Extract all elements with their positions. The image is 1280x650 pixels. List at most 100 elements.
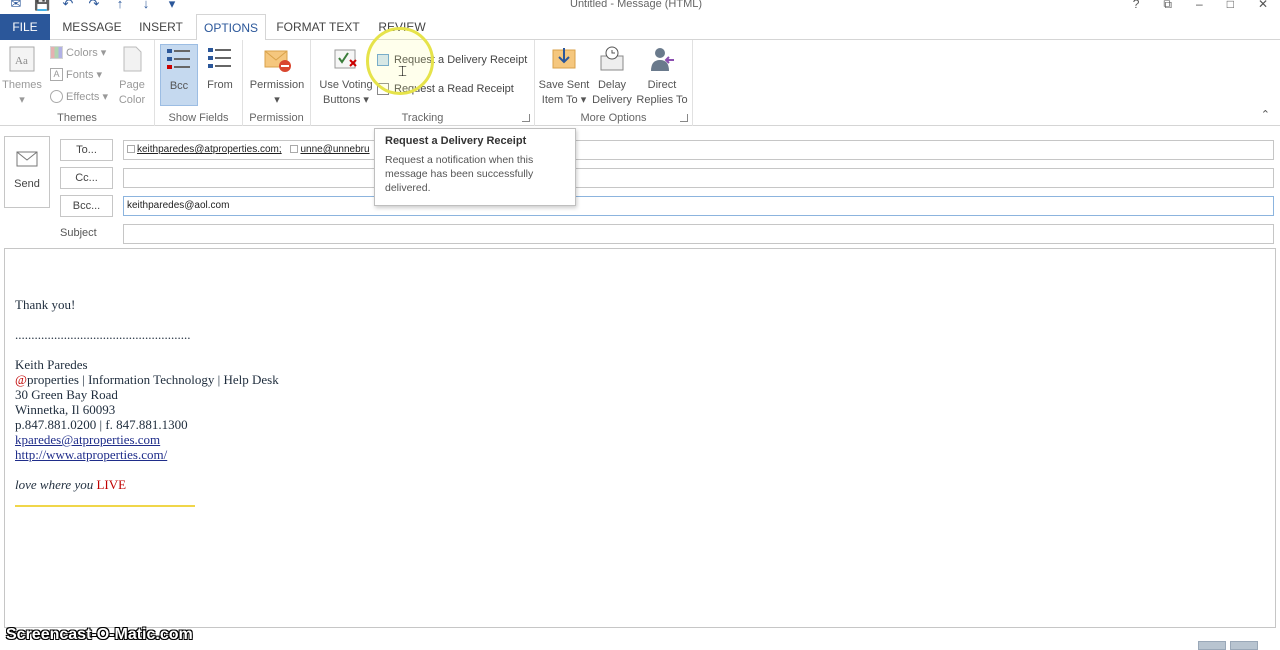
motto-live: LIVE (96, 477, 127, 492)
recipient-checkbox-icon (290, 145, 299, 153)
screencast-watermark: Screencast-O-Matic.com (6, 626, 193, 643)
colors-button[interactable]: Colors ▾ (50, 46, 106, 59)
themes-label: Themes (2, 79, 42, 91)
save-icon[interactable]: 💾 (34, 0, 50, 12)
send-label: Send (14, 178, 40, 190)
bcc-toggle-button[interactable]: Bcc (160, 44, 198, 106)
bcc-label: Bcc (169, 80, 189, 92)
tab-file[interactable]: FILE (0, 14, 50, 40)
signature-block: Thank you! .............................… (15, 297, 279, 492)
delay-delivery-label: Delay Delivery (592, 79, 632, 106)
fonts-label: Fonts (66, 68, 94, 81)
title-bar: ✉ 💾 ↶ ↷ ↑ ↓ ▾ Untitled - Message (HTML) … (0, 0, 1280, 14)
direct-replies-button[interactable]: Direct Replies To (635, 44, 689, 108)
cursor-highlight (366, 27, 434, 95)
delivery-receipt-tooltip: Request a Delivery Receipt Request a not… (374, 128, 576, 206)
svg-text:Aa: Aa (15, 55, 28, 67)
cc-field[interactable] (123, 168, 1274, 188)
delay-delivery-button[interactable]: Delay Delivery (591, 44, 633, 108)
themes-button[interactable]: Aa Themes ▾ (2, 44, 42, 108)
undo-icon[interactable]: ↶ (60, 0, 76, 12)
recipient-text: keithparedes@atproperties.com; (137, 144, 282, 155)
save-sent-label: Save Sent Item To (538, 79, 590, 106)
direct-replies-icon (651, 48, 674, 71)
company-text: properties | Information Technology | He… (26, 372, 279, 387)
tooltip-title: Request a Delivery Receipt (385, 135, 527, 147)
signature-address-line-1: 30 Green Bay Road (15, 387, 118, 402)
fonts-icon: A (50, 68, 63, 81)
send-button[interactable]: Send (4, 136, 50, 208)
show-fields-group-label: Show Fields (168, 112, 229, 124)
page-color-icon (123, 46, 142, 72)
themes-group-label: Themes (57, 112, 97, 124)
themes-icon: Aa (9, 46, 35, 72)
permission-label: Permission (249, 79, 305, 91)
subject-field[interactable] (123, 224, 1274, 244)
fonts-button[interactable]: A Fonts ▾ (50, 68, 102, 81)
page-color-label: Page Color (118, 79, 146, 106)
to-button[interactable]: To... (60, 139, 113, 161)
collapse-ribbon-icon[interactable]: ⌃ (1261, 108, 1270, 121)
tracking-dialog-launcher-icon[interactable] (522, 114, 530, 122)
themes-group: Aa Themes ▾ Colors ▾ A Fonts ▾ Effects ▾ Pa… (0, 40, 155, 126)
tooltip-body: Request a notification when this message… (385, 154, 534, 194)
tab-format-text[interactable]: FORMAT TEXT (274, 14, 362, 40)
recipient-checkbox-icon (127, 145, 135, 153)
save-sent-item-button[interactable]: Save Sent Item To ▾ (538, 44, 590, 108)
permission-button[interactable]: Permission ▾ (247, 44, 307, 108)
outlook-icon[interactable]: ✉ (8, 0, 24, 12)
delay-delivery-icon (600, 46, 624, 71)
dropdown-arrow-icon: ▾ (274, 94, 280, 106)
people-pane-icon[interactable] (1198, 641, 1226, 650)
recipient-text: unne@unnebru (300, 144, 370, 155)
quick-access-toolbar: ✉ 💾 ↶ ↷ ↑ ↓ ▾ (8, 0, 180, 12)
minimize-button[interactable]: – (1196, 0, 1203, 12)
maximize-button[interactable]: □ (1227, 0, 1234, 12)
tab-options[interactable]: OPTIONS (196, 14, 266, 41)
bcc-button[interactable]: Bcc... (60, 195, 113, 217)
send-envelope-icon (16, 151, 38, 167)
signature-address-line-2: Winnetka, Il 60093 (15, 402, 116, 417)
direct-replies-label: Direct Replies To (636, 79, 688, 106)
to-field[interactable]: keithparedes@atproperties.com; unne@unne… (123, 140, 1274, 160)
down-arrow-icon[interactable]: ↓ (138, 0, 154, 12)
bcc-icon (167, 49, 190, 69)
colors-icon (50, 46, 63, 59)
ribbon-tabs: FILE MESSAGE INSERT OPTIONS FORMAT TEXT … (0, 14, 1280, 41)
signature-separator: ........................................… (15, 327, 191, 342)
voting-icon (334, 49, 357, 69)
signature-company: @properties | Information Technology | H… (15, 372, 279, 387)
status-view-icons (1198, 641, 1258, 650)
signature-website-link[interactable]: http://www.atproperties.com/ (15, 447, 167, 462)
more-options-dialog-launcher-icon[interactable] (680, 114, 688, 122)
recipient-chip[interactable]: keithparedes@atproperties.com; (127, 141, 282, 159)
bcc-field[interactable]: keithparedes@aol.com (123, 196, 1274, 216)
close-button[interactable]: ✕ (1258, 0, 1268, 12)
people-pane-toggle-icon[interactable] (1230, 641, 1258, 650)
effects-icon (50, 90, 63, 103)
ribbon: Aa Themes ▾ Colors ▾ A Fonts ▾ Effects ▾ Pa… (0, 40, 1280, 126)
page-color-button[interactable]: Page Color (110, 44, 154, 108)
customize-dropdown-icon[interactable]: ▾ (164, 0, 180, 12)
more-options-group: Save Sent Item To ▾ Delay Delivery Direc… (535, 40, 693, 126)
tab-message[interactable]: MESSAGE (60, 14, 124, 40)
dropdown-arrow-icon: ▾ (19, 94, 25, 106)
redo-icon[interactable]: ↷ (86, 0, 102, 12)
envelope-restricted-icon (264, 50, 291, 72)
help-button[interactable]: ? (1133, 0, 1140, 12)
signature-email-link[interactable]: kparedes@atproperties.com (15, 432, 160, 447)
up-arrow-icon[interactable]: ↑ (112, 0, 128, 12)
message-body[interactable]: Thank you! .............................… (4, 248, 1276, 628)
signature-phone: p.847.881.0200 | f. 847.881.1300 (15, 417, 188, 432)
signature-name: Keith Paredes (15, 357, 88, 372)
window-controls: ? ⧉ – □ ✕ (1133, 0, 1268, 12)
effects-button[interactable]: Effects ▾ (50, 90, 108, 103)
recipient-chip[interactable]: unne@unnebru (290, 141, 370, 159)
tracking-group-label: Tracking (401, 112, 444, 124)
ribbon-display-options-button[interactable]: ⧉ (1163, 0, 1172, 12)
signature-motto: love where you LIVE (15, 477, 279, 492)
cc-button[interactable]: Cc... (60, 167, 113, 189)
from-toggle-button[interactable]: From (201, 44, 239, 93)
save-sent-icon (552, 48, 576, 69)
tab-insert[interactable]: INSERT (134, 14, 188, 40)
